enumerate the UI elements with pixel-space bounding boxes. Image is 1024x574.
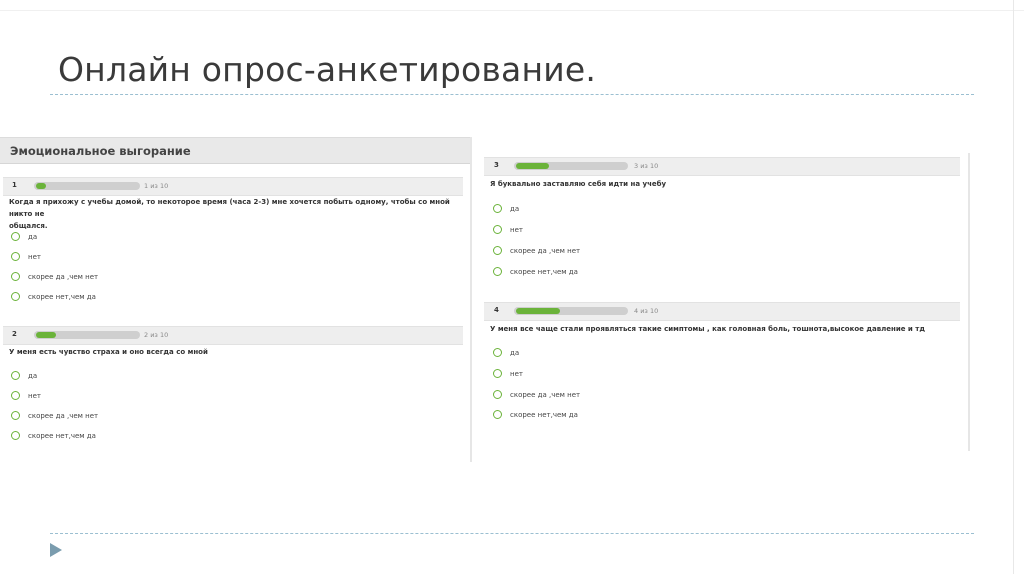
question-number: 3 [494,161,499,169]
option-label: скорее да ,чем нет [510,247,581,255]
play-icon[interactable] [50,543,62,557]
progress-bar [34,182,140,190]
progress-fill [36,183,46,189]
question-count: 3 из 10 [634,162,659,170]
question-count: 1 из 10 [144,182,169,190]
question-text-line: У меня все чаще стали проявляться такие … [490,325,925,333]
question-number: 1 [12,181,17,189]
frame-border-top [0,10,1024,11]
radio-button[interactable] [493,267,502,276]
option-label: скорее нет,чем да [510,268,578,276]
radio-button[interactable] [493,204,502,213]
survey-header: Эмоциональное выгорание [0,137,470,164]
question-text-line: Я буквально заставляю себя идти на учебу [490,180,667,188]
radio-button[interactable] [11,232,20,241]
option-label: скорее да ,чем нет [510,391,581,399]
question-bar-1: 1 1 из 10 [3,177,463,196]
question-text: Когда я прихожу с учебы домой, то некото… [9,196,459,232]
radio-button[interactable] [11,411,20,420]
question-count: 4 из 10 [634,307,659,315]
survey-screenshot-left: Эмоциональное выгорание 1 1 из 10 Когда … [0,137,472,462]
survey-screenshot-right: 3 3 из 10 Я буквально заставляю себя идт… [478,153,970,451]
option-label: нет [510,226,523,234]
frame-border-right [1013,0,1014,574]
option-label: скорее нет,чем да [28,432,96,440]
question-text: Я буквально заставляю себя идти на учебу [490,178,950,190]
question-bar-4: 4 4 из 10 [484,302,960,321]
question-text: У меня все чаще стали проявляться такие … [490,323,960,335]
question-bar-2: 2 2 из 10 [3,326,463,345]
option-label: да [510,349,520,357]
option-label: скорее нет,чем да [510,411,578,419]
slide-title: Онлайн опрос-анкетирование. [58,50,597,89]
option-label: нет [28,253,41,261]
radio-button[interactable] [11,371,20,380]
question-bar-3: 3 3 из 10 [484,157,960,176]
radio-button[interactable] [11,391,20,400]
radio-button[interactable] [493,390,502,399]
survey-title: Эмоциональное выгорание [10,144,191,158]
question-text-line: Когда я прихожу с учебы домой, то некото… [9,198,450,218]
option-label: да [510,205,520,213]
progress-fill [516,163,549,169]
progress-bar [34,331,140,339]
question-number: 2 [12,330,17,338]
radio-button[interactable] [493,246,502,255]
radio-button[interactable] [11,252,20,261]
progress-fill [516,308,560,314]
radio-button[interactable] [11,292,20,301]
question-text-line: общался. [9,222,48,230]
question-count: 2 из 10 [144,331,169,339]
radio-button[interactable] [493,225,502,234]
option-label: скорее нет,чем да [28,293,96,301]
option-label: нет [510,370,523,378]
slide: Онлайн опрос-анкетирование. Эмоционально… [0,0,1024,574]
progress-bar [514,162,628,170]
title-divider [50,94,974,95]
option-label: да [28,372,38,380]
question-number: 4 [494,306,499,314]
question-text: У меня есть чувство страха и оно всегда … [9,346,459,358]
option-label: скорее да ,чем нет [28,412,99,420]
option-label: нет [28,392,41,400]
progress-fill [36,332,56,338]
footer-divider [50,533,974,534]
progress-bar [514,307,628,315]
option-label: скорее да ,чем нет [28,273,99,281]
option-label: да [28,233,38,241]
radio-button[interactable] [493,369,502,378]
question-text-line: У меня есть чувство страха и оно всегда … [9,348,208,356]
radio-button[interactable] [11,272,20,281]
radio-button[interactable] [493,410,502,419]
radio-button[interactable] [11,431,20,440]
radio-button[interactable] [493,348,502,357]
